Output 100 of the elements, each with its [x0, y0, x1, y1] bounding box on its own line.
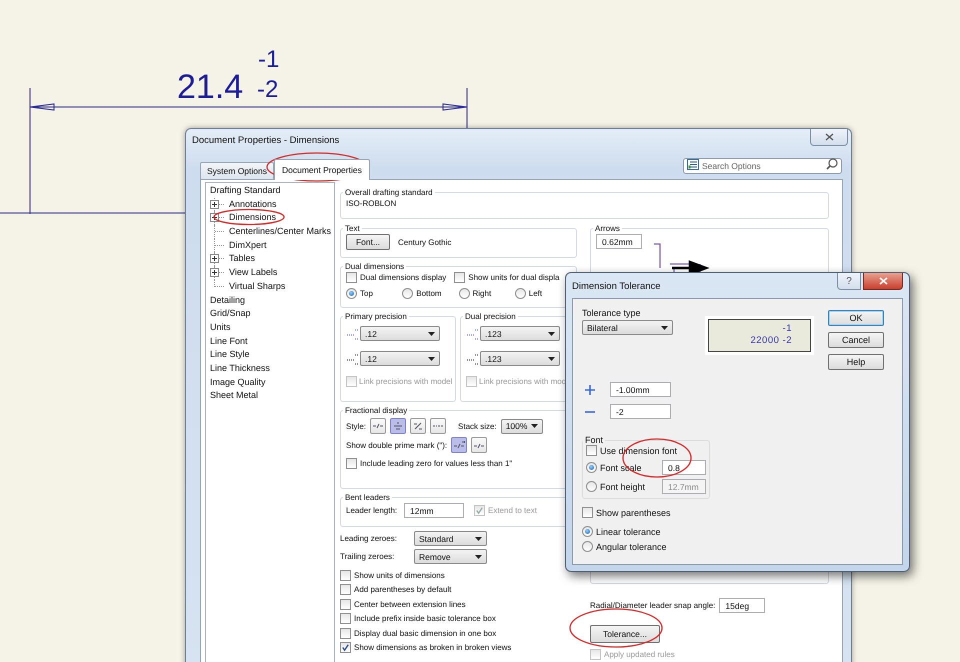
- group-label: Bent leaders: [344, 493, 391, 502]
- checkbox-label: Show dimensions as broken in broken views: [354, 643, 512, 652]
- radio-button[interactable]: [346, 288, 357, 299]
- expand-icon[interactable]: [210, 254, 219, 264]
- minus-tolerance-field[interactable]: -2: [610, 404, 671, 419]
- window-title: Document Properties - Dimensions: [192, 135, 340, 146]
- tree-item[interactable]: Grid/Snap: [210, 307, 330, 321]
- font-size-field[interactable]: 0.8: [662, 460, 706, 475]
- group-label: Dual dimensions: [344, 262, 406, 271]
- radio-button[interactable]: [582, 526, 593, 537]
- checkbox[interactable]: [586, 445, 597, 456]
- checkbox[interactable]: [340, 628, 351, 639]
- plus-tolerance-field[interactable]: -1.00mm: [610, 382, 671, 397]
- caret-icon: [475, 554, 482, 558]
- checkbox-label: Link precisions with model: [359, 377, 452, 386]
- tree-item[interactable]: DimXpert: [229, 238, 267, 252]
- radio-button[interactable]: [458, 288, 470, 299]
- tree-item[interactable]: Dimensions: [229, 211, 276, 226]
- standard-value: ISO-ROBLON: [346, 199, 398, 208]
- search-field[interactable]: Search Options: [683, 158, 842, 174]
- expand-icon[interactable]: [210, 200, 219, 209]
- help-button[interactable]: Help: [828, 354, 884, 370]
- zeroes-label: Leading zeroes:: [340, 534, 398, 543]
- checkbox-label: Include leading zero for values less than 1": [360, 459, 512, 468]
- group-label: Overall drafting standard: [344, 188, 434, 197]
- fraction-style-button[interactable]: [370, 418, 386, 434]
- checkbox[interactable]: [346, 458, 357, 469]
- caret-icon: [530, 424, 538, 428]
- extension-line: [466, 88, 468, 128]
- checkbox-label: Show units for dual displa: [468, 273, 560, 282]
- tree-item[interactable]: Virtual Sharps: [229, 280, 286, 294]
- help-button[interactable]: ?: [837, 273, 861, 290]
- tolerance-type-dropdown[interactable]: Bilateral: [582, 320, 673, 335]
- font-button[interactable]: Font...: [346, 234, 390, 250]
- prime-style-button[interactable]: [471, 437, 488, 453]
- prime-style-button[interactable]: [451, 437, 468, 453]
- checkbox-label: Display dual basic dimension in one box: [354, 628, 496, 638]
- upper-tolerance: -1: [258, 48, 280, 72]
- tolerance-button[interactable]: Tolerance...: [590, 625, 660, 643]
- caret-icon: [661, 326, 668, 330]
- checkbox[interactable]: [340, 570, 351, 581]
- expand-icon[interactable]: [210, 268, 219, 278]
- tree-item[interactable]: Centerlines/Center Marks: [229, 225, 332, 239]
- dimension-value: 21.4: [177, 70, 244, 104]
- cancel-button[interactable]: Cancel: [828, 332, 884, 348]
- list-icon: [687, 159, 699, 170]
- radio-button[interactable]: [514, 288, 526, 299]
- checkbox[interactable]: [582, 507, 593, 518]
- ok-button[interactable]: OK: [828, 310, 884, 326]
- tab[interactable]: System Options: [200, 162, 274, 179]
- tree-item[interactable]: Line Font: [210, 334, 330, 348]
- tree-item[interactable]: Drafting Standard: [210, 184, 330, 198]
- checkbox[interactable]: [340, 598, 351, 610]
- checkbox[interactable]: [346, 272, 357, 283]
- checkbox[interactable]: [340, 584, 351, 596]
- radio-label: Right: [472, 289, 492, 298]
- dialog-title: Dimension Tolerance: [572, 281, 661, 292]
- radio-button[interactable]: [586, 462, 597, 473]
- tree-item[interactable]: Line Style: [210, 348, 330, 362]
- precision-dropdown[interactable]: .12: [360, 326, 440, 341]
- close-button[interactable]: [863, 273, 903, 290]
- tab[interactable]: Document Properties: [274, 159, 370, 180]
- search-icon: [826, 158, 838, 170]
- radio-button[interactable]: [582, 541, 593, 552]
- radio-label: Font height: [600, 482, 646, 492]
- zeroes-dropdown[interactable]: Standard: [414, 531, 487, 546]
- group-label: Text: [344, 224, 361, 233]
- radio-label: Angular tolerance: [596, 542, 667, 552]
- leader-length-field[interactable]: 12mm: [404, 503, 464, 518]
- tree-item[interactable]: Tables: [229, 252, 256, 266]
- tree-item[interactable]: Line Thickness: [210, 362, 330, 376]
- group-label: Font: [584, 435, 604, 445]
- preview-value: 22000 -2: [750, 335, 792, 347]
- radio-button[interactable]: [586, 481, 597, 492]
- snap-angle-field[interactable]: 15deg: [719, 598, 766, 613]
- checkbox-label: Apply updated rules: [604, 650, 675, 659]
- checkbox-label: Add parentheses by default: [354, 585, 452, 594]
- stack-size-dropdown[interactable]: 100%: [500, 418, 543, 434]
- fraction-style-button[interactable]: [430, 418, 446, 434]
- tree-item[interactable]: Image Quality: [210, 376, 330, 390]
- radio-label: Top: [360, 289, 373, 298]
- tree-item[interactable]: Annotations: [229, 198, 277, 212]
- close-icon: [878, 277, 888, 285]
- leader-length-label: Leader length:: [346, 506, 398, 515]
- close-button[interactable]: [810, 129, 848, 146]
- checkbox[interactable]: [454, 272, 466, 283]
- radio-button[interactable]: [402, 288, 414, 299]
- tree-item[interactable]: Sheet Metal: [210, 389, 330, 404]
- arrow-size-field[interactable]: 0.62mm: [596, 234, 642, 249]
- tolerance-precision-dropdown[interactable]: .12: [360, 351, 440, 366]
- tree-item[interactable]: Units: [210, 320, 330, 335]
- fraction-style-button[interactable]: [390, 418, 406, 434]
- precision-dropdown[interactable]: .123: [480, 326, 560, 341]
- tree-item[interactable]: View Labels: [229, 266, 278, 280]
- fraction-style-button[interactable]: [410, 418, 426, 434]
- zeroes-dropdown[interactable]: Remove: [414, 549, 487, 564]
- tree-item[interactable]: Detailing: [210, 294, 330, 308]
- tolerance-precision-dropdown[interactable]: .123: [480, 351, 560, 366]
- checkbox[interactable]: [340, 613, 351, 624]
- checkbox[interactable]: [340, 642, 351, 654]
